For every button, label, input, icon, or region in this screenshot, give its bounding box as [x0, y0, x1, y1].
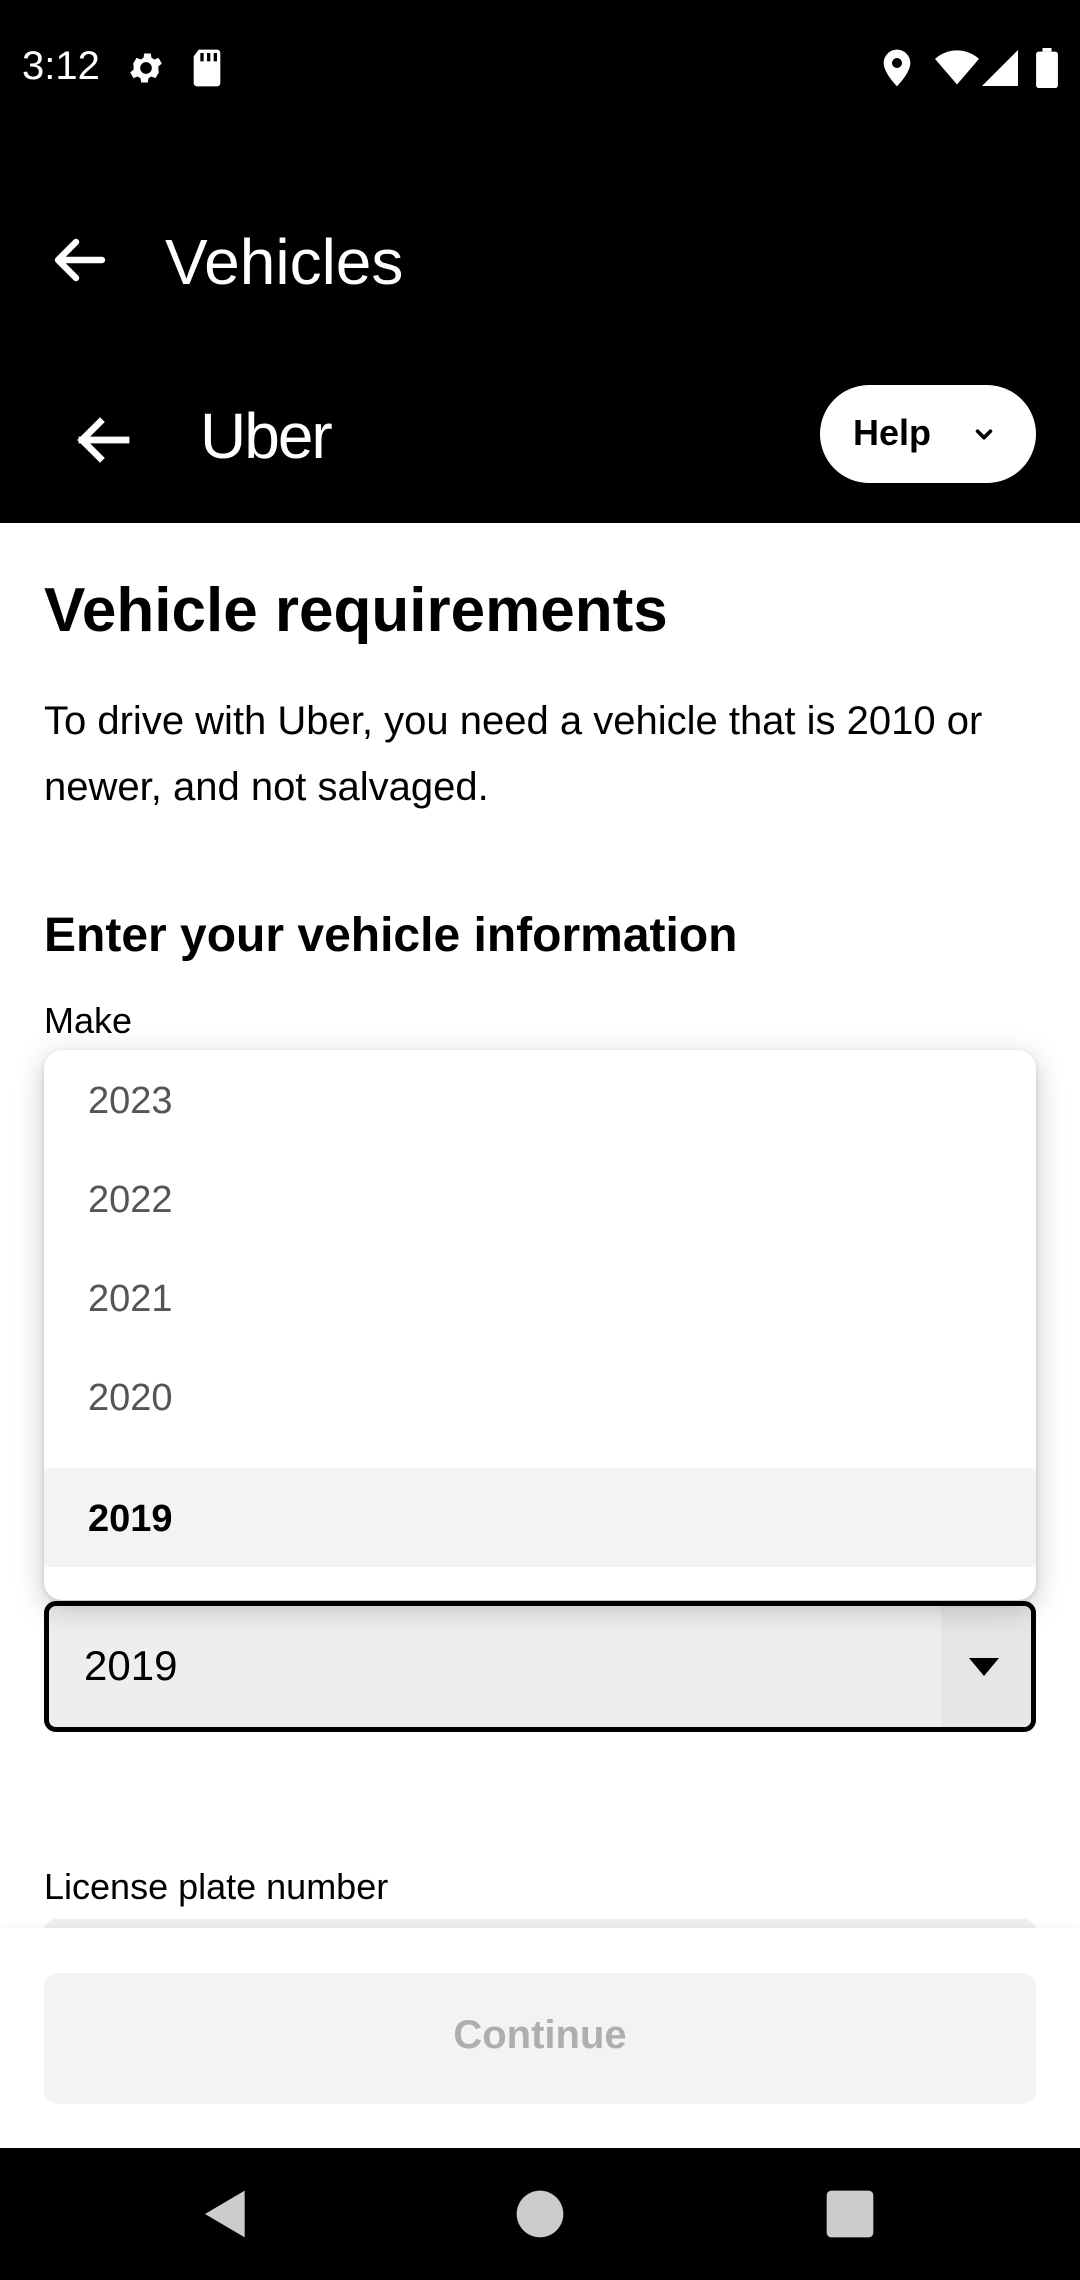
- dropdown-option-label: 2023: [88, 1080, 173, 1122]
- navigation-bar: [0, 2148, 1080, 2280]
- dropdown-option-label: 2021: [88, 1278, 173, 1320]
- app-bar: Vehicles: [0, 135, 1080, 385]
- year-dropdown-menu: 2023 2022 2021 2020 2019: [44, 1050, 1036, 1600]
- section-title: Enter your vehicle information: [44, 909, 738, 962]
- year-select[interactable]: 2019: [44, 1601, 1036, 1732]
- footer: Continue: [0, 1928, 1080, 2148]
- screen: 3:12 Vehicles Uber Help Vehicle requirem…: [0, 0, 1080, 2280]
- year-select-toggle[interactable]: [941, 1606, 1031, 1727]
- license-plate-label: License plate number: [44, 1866, 389, 1907]
- back-arrow-icon[interactable]: [50, 235, 106, 285]
- page-description: To drive with Uber, you need a vehicle t…: [44, 699, 983, 809]
- location-icon: [883, 49, 911, 87]
- dropdown-option[interactable]: 2023: [44, 1050, 1036, 1149]
- nav-recents-icon[interactable]: [822, 2186, 878, 2242]
- settings-icon: [130, 53, 162, 83]
- battery-icon: [1036, 48, 1058, 88]
- caret-down-icon: [969, 1658, 999, 1676]
- dropdown-option-label: 2022: [88, 1179, 173, 1221]
- continue-button[interactable]: Continue: [44, 1973, 1036, 2104]
- chevron-down-icon: [975, 429, 993, 440]
- page-title: Vehicle requirements: [44, 576, 668, 645]
- status-time: 3:12: [22, 44, 100, 88]
- uber-logo: Uber: [200, 400, 333, 472]
- back-arrow-icon[interactable]: [74, 415, 130, 465]
- dropdown-option-label: 2020: [88, 1377, 173, 1419]
- app-bar-title: Vehicles: [165, 226, 404, 298]
- dropdown-option[interactable]: 2022: [44, 1149, 1036, 1248]
- wifi-icon: [935, 50, 979, 85]
- year-select-value: 2019: [84, 1642, 178, 1689]
- dropdown-option-label: 2019: [88, 1498, 173, 1540]
- help-label: Help: [853, 412, 932, 453]
- help-button[interactable]: Help: [820, 385, 1036, 483]
- signal-icon: [982, 50, 1018, 86]
- sd-card-icon: [193, 49, 221, 87]
- dropdown-option-selected[interactable]: 2019: [44, 1468, 1036, 1567]
- dropdown-option[interactable]: 2020: [44, 1347, 1036, 1446]
- dropdown-option[interactable]: 2021: [44, 1248, 1036, 1347]
- continue-label: Continue: [453, 2013, 627, 2057]
- status-bar: 3:12: [0, 0, 1080, 135]
- uber-header: Uber Help: [0, 385, 1080, 523]
- nav-back-icon[interactable]: [198, 2186, 254, 2242]
- nav-home-icon[interactable]: [512, 2186, 568, 2242]
- make-label: Make: [44, 1000, 133, 1041]
